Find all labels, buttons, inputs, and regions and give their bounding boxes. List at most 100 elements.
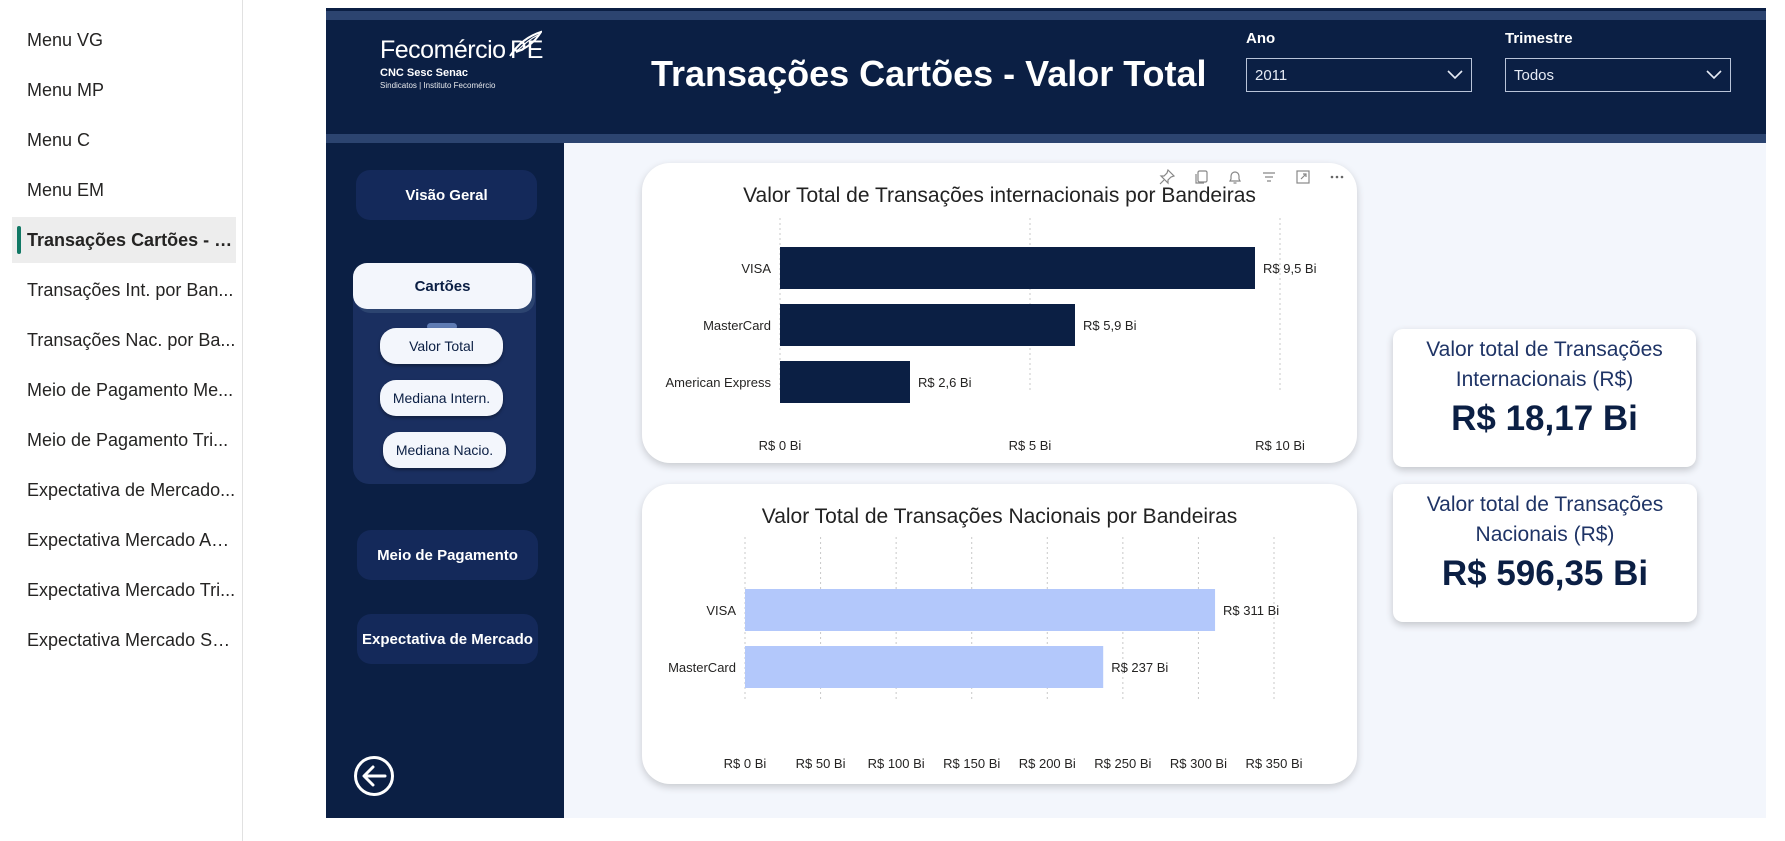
kpi-card-nacional[interactable]: Valor total de Transações Nacionais (R$)… (1393, 484, 1697, 622)
back-button[interactable] (354, 756, 394, 796)
page-item-label: Expectativa de Mercado... (27, 479, 236, 500)
page-item-expectativa-tri[interactable]: Expectativa Mercado Tri... (12, 567, 236, 613)
page-item-label: Meio de Pagamento Me... (27, 379, 234, 400)
meio-pagamento-button[interactable]: Meio de Pagamento (357, 530, 538, 580)
mediana-nacio-button[interactable]: Mediana Nacio. (383, 432, 506, 468)
page-item-expectativa-selic[interactable]: Expectativa Mercado Selic (12, 617, 236, 663)
feather-icon (509, 30, 542, 57)
x-tick-label: R$ 250 Bi (1094, 756, 1151, 771)
page-item-label: Expectativa Mercado An... (27, 529, 236, 550)
data-label: R$ 5,9 Bi (1083, 318, 1137, 333)
data-label: R$ 2,6 Bi (918, 375, 972, 390)
x-tick-label: R$ 50 Bi (796, 756, 846, 771)
fecomercio-logo: Fecomércio PE CNC Sesc Senac Sindicatos … (380, 30, 543, 90)
x-tick-label: R$ 150 Bi (943, 756, 1000, 771)
page-item-label: Meio de Pagamento Tri... (27, 429, 229, 450)
bar[interactable] (745, 589, 1216, 631)
bar[interactable] (745, 646, 1104, 688)
logo-brand: Fecomércio (380, 36, 506, 64)
category-label: American Express (666, 375, 772, 390)
kpi-value: R$ 18,17 Bi (1451, 399, 1638, 438)
page-item-label: Menu C (27, 129, 91, 150)
chart-nacional: R$ 0 Bi R$ 50 Bi R$ 100 Bi R$ 150 Bi R$ 200 … (668, 537, 1303, 771)
x-tick-label: R$ 5 Bi (1009, 438, 1052, 453)
x-tick-label: R$ 0 Bi (724, 756, 767, 771)
category-label: MasterCard (703, 318, 771, 333)
x-tick-label: R$ 300 Bi (1170, 756, 1227, 771)
filter-icon[interactable] (1257, 165, 1281, 189)
slicer-ano-value: 2011 (1255, 66, 1288, 84)
focus-mode-icon[interactable] (1291, 165, 1315, 189)
header-stripe-bottom (326, 134, 1766, 143)
page-item-menu-vg[interactable]: Menu VG (12, 17, 236, 63)
cartoes-group: Cartões Valor Total Mediana Intern. Medi… (353, 263, 536, 484)
slicer-ano-dropdown[interactable]: 2011 (1246, 58, 1472, 92)
page-item-label: Transações Int. por Ban... (27, 279, 234, 300)
bar[interactable] (780, 361, 910, 403)
category-label: VISA (741, 261, 771, 276)
data-label: R$ 237 Bi (1111, 660, 1168, 675)
slicer-trimestre-dropdown[interactable]: Todos (1505, 58, 1731, 92)
bell-icon[interactable] (1223, 165, 1247, 189)
kpi-value: R$ 596,35 Bi (1441, 554, 1649, 593)
header-stripe-top (326, 11, 1766, 20)
page-item-transacoes-int[interactable]: Transações Int. por Ban... (12, 267, 236, 313)
bar[interactable] (780, 304, 1075, 346)
page-item-label: Transações Nac. por Ba... (27, 329, 236, 350)
back-arrow-icon (362, 765, 387, 787)
page-item-expectativa-an[interactable]: Expectativa Mercado An... (12, 517, 236, 563)
pages-pane: Menu VG Menu MP Menu C Menu EM Transaçõe… (0, 0, 243, 841)
cartoes-button[interactable]: Cartões (353, 263, 532, 309)
expectativa-mercado-button[interactable]: Expectativa de Mercado (357, 614, 538, 664)
chevron-down-icon (1447, 70, 1463, 80)
report-title: Transações Cartões - Valor Total (651, 53, 1207, 94)
page-item-transacoes-cartoes[interactable]: Transações Cartões - to... (12, 217, 236, 263)
pin-icon[interactable] (1155, 165, 1179, 189)
chevron-down-icon (1706, 70, 1722, 80)
page-item-meio-pagamento-me[interactable]: Meio de Pagamento Me... (12, 367, 236, 413)
page-item-label: Expectativa Mercado Tri... (27, 579, 236, 600)
slicer-trimestre: Trimestre Todos (1505, 30, 1731, 92)
more-options-icon[interactable] (1325, 165, 1349, 189)
page-item-menu-em[interactable]: Menu EM (12, 167, 236, 213)
slicer-ano-label: Ano (1246, 30, 1276, 47)
x-tick-label: R$ 100 Bi (868, 756, 925, 771)
copy-icon[interactable] (1189, 165, 1213, 189)
slicer-ano: Ano 2011 (1246, 30, 1472, 92)
mediana-intern-button[interactable]: Mediana Intern. (380, 380, 503, 416)
page-item-meio-pagamento-tri[interactable]: Meio de Pagamento Tri... (12, 417, 236, 463)
data-label: R$ 311 Bi (1223, 603, 1279, 618)
page-item-expectativa-mercado[interactable]: Expectativa de Mercado... (12, 467, 236, 513)
page-item-label: Menu EM (27, 179, 105, 200)
x-tick-label: R$ 10 Bi (1255, 438, 1305, 453)
kpi-label: Valor total de Transações Nacionais (R$) (1426, 493, 1664, 546)
logo-subbrands: CNC Sesc Senac (380, 67, 469, 79)
chart-card-internacional[interactable]: R$ 0 Bi R$ 5 Bi R$ 10 Bi VISA R$ 9,5 Bi Maste… (642, 163, 1357, 463)
chart-internacional: R$ 0 Bi R$ 5 Bi R$ 10 Bi VISA R$ 9,5 Bi Maste… (666, 218, 1317, 453)
category-label: MasterCard (668, 660, 736, 675)
page-item-label: Expectativa Mercado Selic (27, 629, 236, 650)
kpi-card-internacional[interactable]: Valor total de Transações Internacionais… (1393, 329, 1696, 467)
data-label: R$ 9,5 Bi (1263, 261, 1317, 276)
chart-card-nacional[interactable]: R$ 0 Bi R$ 50 Bi R$ 100 Bi R$ 150 Bi R$ 200 … (642, 484, 1357, 784)
report-nav-panel: Visão Geral Cartões Valor Total Mediana … (326, 143, 564, 818)
slicer-trimestre-value: Todos (1514, 66, 1555, 84)
kpi-label: Valor total de Transações Internacionais… (1426, 338, 1663, 391)
report-canvas: Fecomércio PE CNC Sesc Senac Sindicatos … (326, 8, 1766, 818)
bar[interactable] (780, 247, 1255, 289)
slicer-trimestre-label: Trimestre (1505, 30, 1573, 47)
page-item-label: Menu VG (27, 29, 104, 50)
visual-header (1155, 165, 1349, 189)
page-item-menu-mp[interactable]: Menu MP (12, 67, 236, 113)
page-item-menu-c[interactable]: Menu C (12, 117, 236, 163)
page-item-transacoes-nac[interactable]: Transações Nac. por Ba... (12, 317, 236, 363)
page-item-label: Transações Cartões - to... (27, 229, 236, 250)
logo-tagline: Sindicatos | Instituto Fecomércio (380, 81, 496, 90)
page-item-label: Menu MP (27, 79, 105, 100)
visao-geral-button[interactable]: Visão Geral (356, 170, 537, 220)
chart-title: Valor Total de Transações Nacionais por … (761, 505, 1238, 528)
valor-total-button[interactable]: Valor Total (380, 328, 503, 364)
report-header: Fecomércio PE CNC Sesc Senac Sindicatos … (326, 8, 1766, 143)
x-tick-label: R$ 0 Bi (759, 438, 802, 453)
x-tick-label: R$ 200 Bi (1019, 756, 1076, 771)
